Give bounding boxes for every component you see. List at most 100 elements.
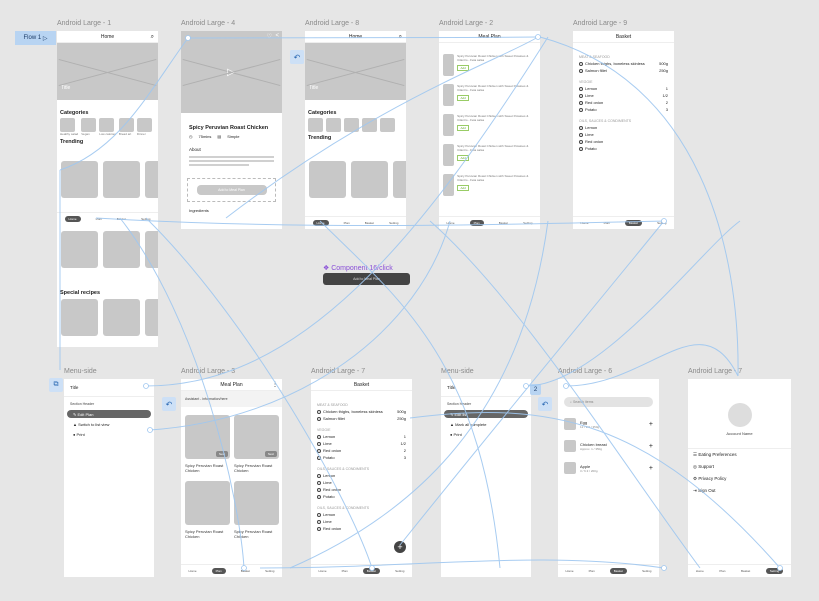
nav-plan[interactable]: Plan bbox=[604, 221, 610, 225]
basket-row[interactable]: Lime bbox=[311, 479, 412, 486]
nav-home[interactable]: Home bbox=[447, 221, 455, 225]
nav-setting[interactable]: Setting bbox=[141, 217, 150, 221]
more-icon[interactable]: ⋮ bbox=[272, 379, 278, 391]
add-meal-button[interactable]: Add bbox=[457, 155, 470, 161]
nav-plan[interactable]: Plan bbox=[96, 217, 102, 221]
nav-setting[interactable]: Setting bbox=[642, 569, 651, 573]
add-meal-button[interactable]: Add bbox=[457, 125, 470, 131]
result-item[interactable]: Apple 3 / 6.3 / 200g + bbox=[558, 457, 659, 479]
category-item[interactable]: Bread art bbox=[118, 118, 134, 136]
category-item[interactable] bbox=[344, 118, 359, 132]
share-icon[interactable]: < bbox=[275, 33, 279, 39]
meal-item[interactable]: Spicy Peruvian Roast Chicken with Sweet … bbox=[443, 54, 536, 84]
nav-setting[interactable]: Setting bbox=[657, 221, 666, 225]
basket-row[interactable]: Red onion bbox=[311, 525, 412, 532]
basket-row[interactable]: Salmon fillet 250g bbox=[573, 67, 674, 74]
recipe-card[interactable] bbox=[103, 161, 140, 198]
basket-row[interactable]: Lemon 1 bbox=[311, 433, 412, 440]
nav-basket[interactable]: Basket bbox=[609, 568, 627, 574]
add-icon[interactable]: + bbox=[649, 421, 653, 428]
basket-row[interactable]: Lime bbox=[311, 518, 412, 525]
hero-image[interactable]: Title bbox=[305, 43, 406, 100]
basket-row[interactable]: Potato bbox=[311, 493, 412, 500]
basket-row[interactable]: Lemon 1 bbox=[573, 85, 674, 92]
nav-setting[interactable]: Setting bbox=[765, 568, 784, 574]
recipe-image[interactable]: ▷ ♡ < bbox=[181, 31, 282, 113]
category-item[interactable] bbox=[362, 118, 377, 132]
menu-sign-out[interactable]: ⇥ Sign Out bbox=[688, 485, 791, 497]
recipe-card[interactable] bbox=[145, 231, 158, 268]
nav-plan[interactable]: Plan bbox=[589, 569, 595, 573]
back-arrow-icon[interactable]: ↶ bbox=[290, 50, 304, 64]
basket-row[interactable]: Red onion 2 bbox=[573, 99, 674, 106]
flow-start-button[interactable]: Flow 1 ▷ bbox=[15, 31, 56, 45]
search-icon[interactable]: ⌕ bbox=[399, 31, 402, 43]
basket-row[interactable]: Chicken thighs, boneless skinless 500g bbox=[573, 60, 674, 67]
nav-basket[interactable]: Basket bbox=[365, 221, 374, 225]
recipe-card[interactable] bbox=[351, 161, 388, 198]
nav-setting[interactable]: Setting bbox=[389, 221, 398, 225]
menu-privacy[interactable]: ⚙ Privacy Policy bbox=[688, 473, 791, 485]
nav-plan[interactable]: Plan bbox=[211, 568, 226, 574]
nav-basket[interactable]: Basket bbox=[624, 220, 642, 226]
nav-home[interactable]: Home bbox=[312, 220, 329, 226]
search-icon[interactable]: ⌕ bbox=[151, 31, 154, 43]
category-item[interactable]: Low calories bbox=[99, 118, 116, 136]
menu-print[interactable]: ● Print bbox=[67, 430, 151, 438]
recipe-card[interactable] bbox=[103, 231, 140, 268]
nav-plan[interactable]: Plan bbox=[469, 220, 484, 226]
nav-basket[interactable]: Basket bbox=[741, 569, 750, 573]
menu-mark-complete[interactable]: ▲ Mark all complete bbox=[444, 420, 528, 428]
hero-image[interactable]: Title bbox=[57, 43, 158, 100]
basket-row[interactable]: Potato bbox=[573, 145, 674, 152]
add-meal-button[interactable]: Add bbox=[457, 185, 470, 191]
recipe-card[interactable] bbox=[393, 161, 406, 198]
search-input[interactable]: ⌕ Search items bbox=[564, 397, 653, 407]
add-icon[interactable]: + bbox=[649, 443, 653, 450]
result-item[interactable]: Egg 12 / 2.0 / 350g + bbox=[558, 413, 659, 435]
recipe-card[interactable] bbox=[309, 161, 346, 198]
nav-home[interactable]: Home bbox=[566, 569, 574, 573]
back-arrow-icon[interactable]: ↶ bbox=[162, 397, 176, 411]
plan-card[interactable]: Next bbox=[185, 415, 230, 459]
nav-plan[interactable]: Plan bbox=[342, 569, 348, 573]
recipe-card[interactable] bbox=[145, 161, 158, 198]
menu-edit-list[interactable]: ✎ Edit list bbox=[444, 410, 528, 418]
add-fab-icon[interactable]: + bbox=[394, 541, 406, 553]
basket-row[interactable]: Lime 1/2 bbox=[573, 92, 674, 99]
recipe-card[interactable] bbox=[103, 299, 140, 336]
nav-plan[interactable]: Plan bbox=[719, 569, 725, 573]
meal-item[interactable]: Spicy Peruvian Roast Chicken with Sweet … bbox=[443, 84, 536, 114]
basket-row[interactable]: Lemon bbox=[311, 511, 412, 518]
recipe-card[interactable] bbox=[61, 161, 98, 198]
category-item[interactable]: Healthy salad bbox=[60, 118, 78, 136]
category-item[interactable]: Dinner bbox=[136, 118, 152, 136]
meal-item[interactable]: Spicy Peruvian Roast Chicken with Sweet … bbox=[443, 144, 536, 174]
recipe-card[interactable] bbox=[61, 231, 98, 268]
nav-basket[interactable]: Basket bbox=[117, 217, 126, 221]
nav-basket[interactable]: Basket bbox=[241, 569, 250, 573]
add-to-plan-button[interactable]: Add to Meal Plan bbox=[196, 185, 267, 195]
menu-switch-view[interactable]: ▲ Switch to list view bbox=[67, 420, 151, 428]
back-arrow-icon[interactable]: ↶ bbox=[538, 397, 552, 411]
nav-home[interactable]: Home bbox=[319, 569, 327, 573]
drawer-icon[interactable]: ⧉ bbox=[49, 378, 63, 392]
basket-row[interactable]: Salmon fillet 250g bbox=[311, 415, 412, 422]
nav-home[interactable]: Home bbox=[64, 216, 81, 222]
menu-edit-plan[interactable]: ✎ Edit Plan bbox=[67, 410, 151, 418]
add-icon[interactable]: + bbox=[649, 465, 653, 472]
plan-card[interactable]: Next bbox=[234, 415, 279, 459]
meal-item[interactable]: Spicy Peruvian Roast Chicken with Sweet … bbox=[443, 174, 536, 204]
nav-basket[interactable]: Basket bbox=[362, 568, 380, 574]
category-item[interactable] bbox=[380, 118, 395, 132]
category-item[interactable] bbox=[308, 118, 323, 132]
menu-print[interactable]: ● Print bbox=[444, 430, 528, 438]
basket-row[interactable]: Red onion bbox=[573, 138, 674, 145]
add-to-plan-component[interactable]: Add to Meal Plan bbox=[323, 273, 410, 285]
nav-home[interactable]: Home bbox=[581, 221, 589, 225]
add-meal-button[interactable]: Add bbox=[457, 65, 470, 71]
nav-setting[interactable]: Setting bbox=[265, 569, 274, 573]
nav-plan[interactable]: Plan bbox=[344, 221, 350, 225]
result-item[interactable]: Chicken breast Approx. 1 / 350g + bbox=[558, 435, 659, 457]
plan-card[interactable] bbox=[234, 481, 279, 525]
